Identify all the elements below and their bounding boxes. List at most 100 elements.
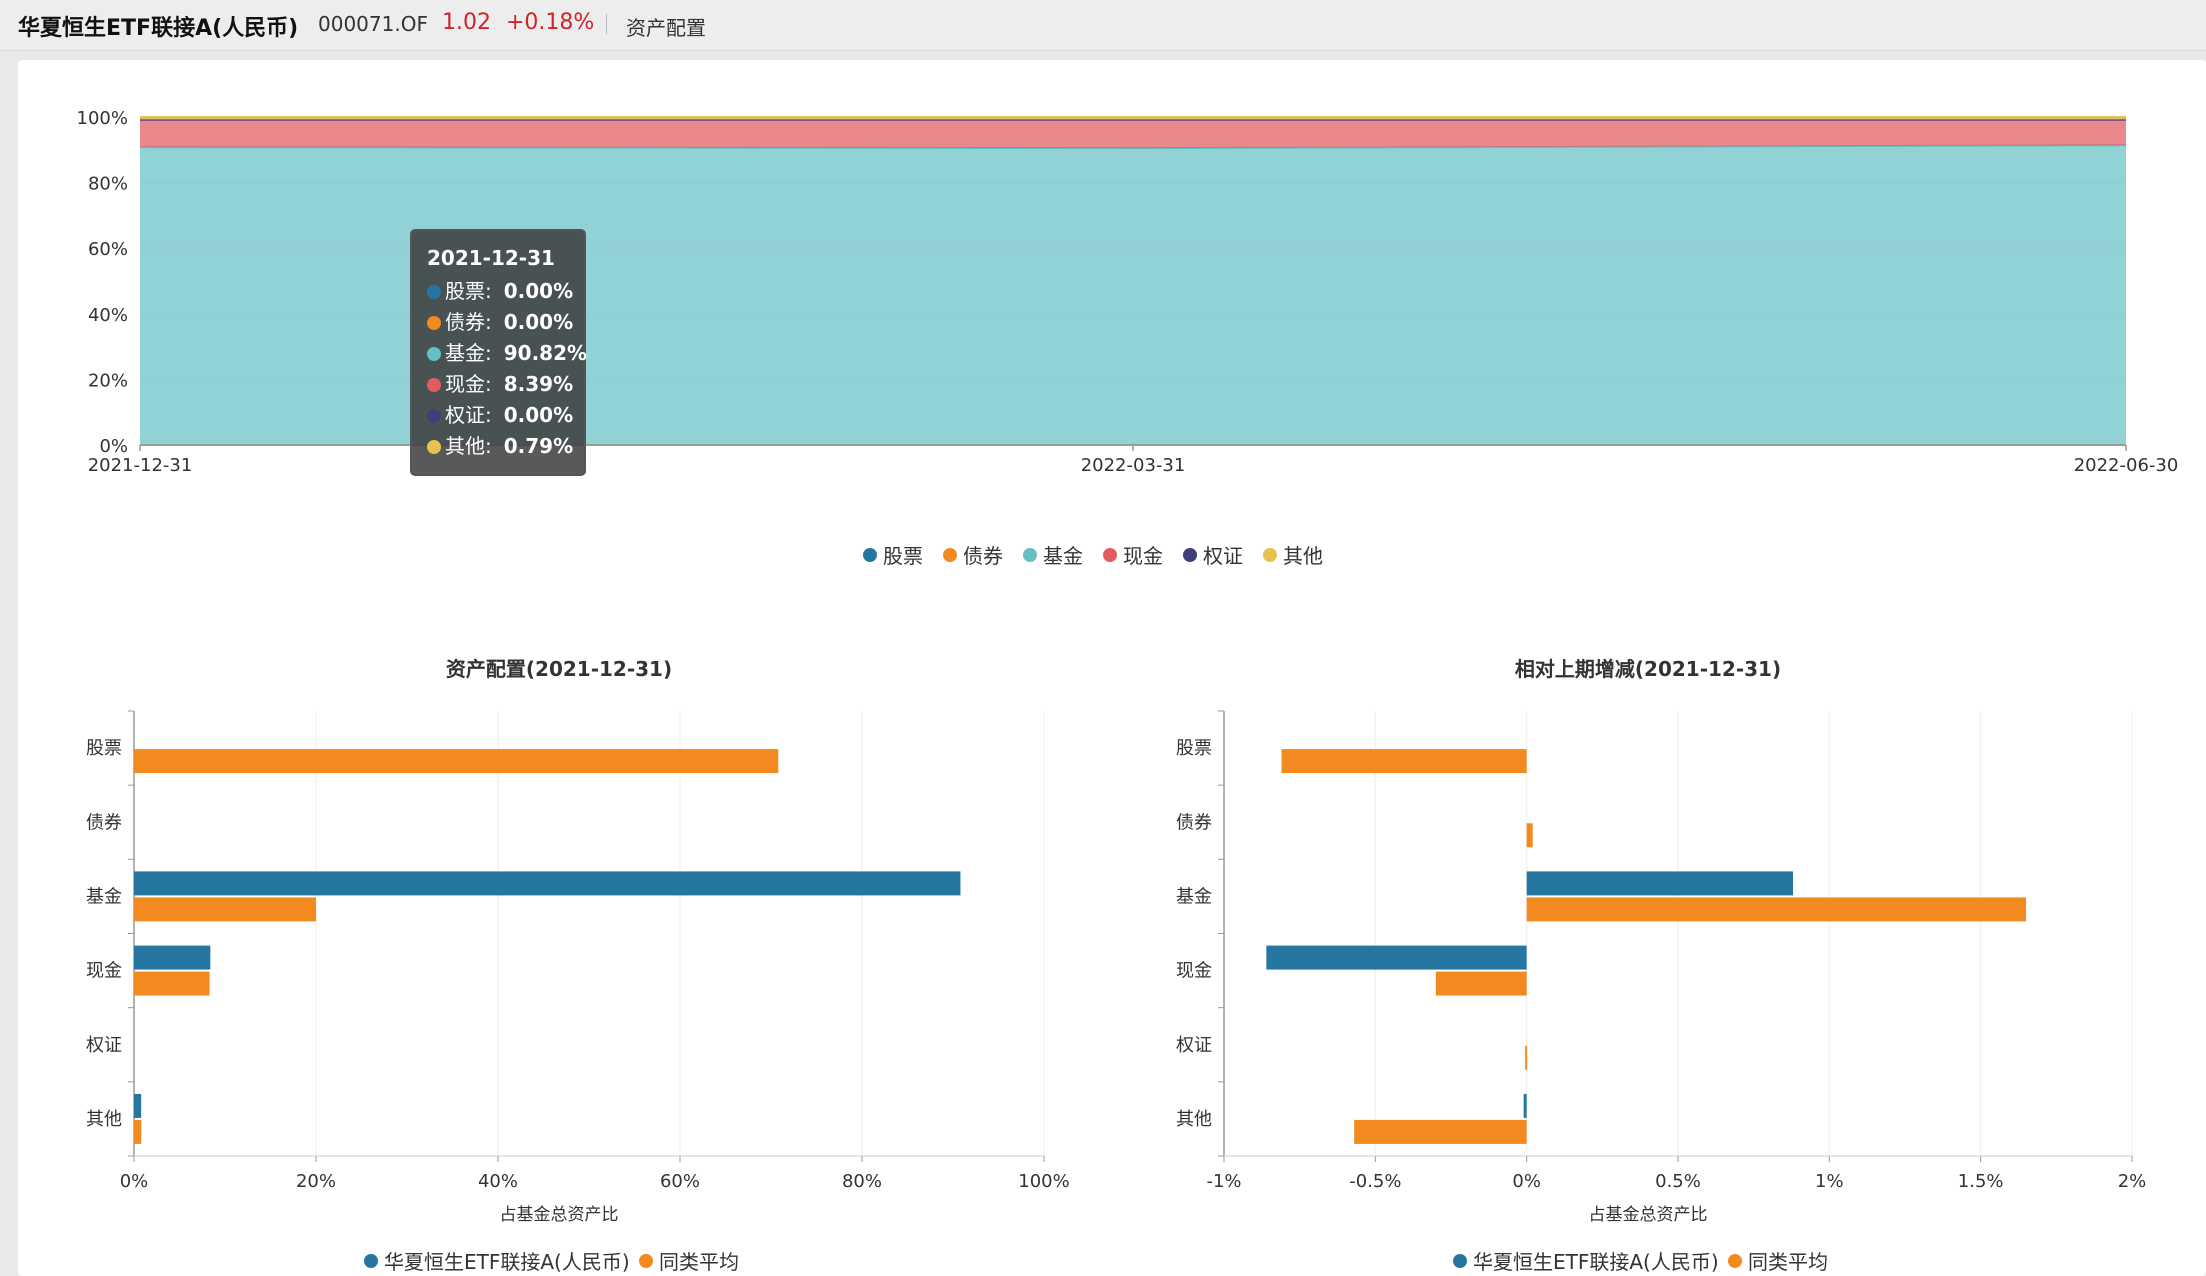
legend-marker xyxy=(943,548,957,562)
legend-item-peer-average[interactable]: 同类平均 xyxy=(1728,1250,1828,1274)
y-tick-label: 60% xyxy=(88,239,128,260)
category-label: 权证 xyxy=(86,1035,122,1056)
tooltip-value: 0.79% xyxy=(503,434,574,458)
area-chart[interactable]: 0% 20% 40% 60% 80% 100% 2021-12-31 2022-03-31 20… xyxy=(0,0,2206,600)
bar-股票-peer-average[interactable] xyxy=(134,749,779,774)
x-tick-label: 2022-03-31 xyxy=(1081,455,1186,476)
x-tick-label: 1% xyxy=(1815,1171,1844,1192)
bar-基金-peer-average[interactable] xyxy=(1526,897,2027,922)
category-label: 股票 xyxy=(1176,738,1212,759)
tooltip-marker xyxy=(427,285,441,299)
legend-marker xyxy=(639,1254,653,1268)
tooltip-date: 2021-12-31 xyxy=(427,246,555,270)
category-label: 债券 xyxy=(1176,812,1212,833)
category-label: 其他 xyxy=(86,1109,122,1130)
tooltip-label: 债券: xyxy=(445,310,492,334)
tooltip-label: 现金: xyxy=(445,372,492,396)
legend-label: 华夏恒生ETF联接A(人民币) xyxy=(384,1250,630,1274)
legend-item-债券[interactable]: 债券 xyxy=(943,544,1003,568)
bar-其他-fund[interactable] xyxy=(1523,1093,1527,1118)
x-tick-label: -1% xyxy=(1206,1171,1241,1192)
legend-marker xyxy=(1103,548,1117,562)
y-tick-label: 100% xyxy=(77,108,128,129)
tooltip-value: 0.00% xyxy=(503,403,574,427)
x-tick-label: 80% xyxy=(842,1171,882,1192)
tooltip-marker xyxy=(427,347,441,361)
bar-股票-peer-average[interactable] xyxy=(1281,749,1527,774)
legend-item-基金[interactable]: 基金 xyxy=(1023,544,1083,568)
legend-marker xyxy=(1023,548,1037,562)
legend-label: 基金 xyxy=(1043,544,1083,568)
bar-其他-fund[interactable] xyxy=(134,1093,142,1118)
bar-基金-fund[interactable] xyxy=(1526,871,1794,896)
tooltip-row: 股票: 0.00% xyxy=(427,276,584,307)
category-label: 权证 xyxy=(1176,1035,1212,1056)
bar-现金-peer-average[interactable] xyxy=(134,971,210,996)
legend-label: 股票 xyxy=(883,544,923,568)
x-tick-label: 40% xyxy=(478,1171,518,1192)
legend-marker xyxy=(863,548,877,562)
x-axis-title: 占基金总资产比 xyxy=(1589,1205,1708,1225)
bar-现金-fund[interactable] xyxy=(1266,945,1527,970)
legend-label: 现金 xyxy=(1123,544,1163,568)
legend-label: 债券 xyxy=(963,544,1003,568)
legend-item-fund[interactable]: 华夏恒生ETF联接A(人民币) xyxy=(1453,1250,1719,1274)
area-series-现金[interactable] xyxy=(140,119,2126,149)
tooltip-label: 股票: xyxy=(445,279,492,303)
legend-marker xyxy=(1453,1254,1467,1268)
x-tick-label: 1.5% xyxy=(1958,1171,2004,1192)
legend-label: 其他 xyxy=(1283,544,1323,568)
tooltip-row: 权证: 0.00% xyxy=(427,400,584,431)
bar-现金-peer-average[interactable] xyxy=(1435,971,1527,996)
x-tick-label: 60% xyxy=(660,1171,700,1192)
bar-基金-fund[interactable] xyxy=(134,871,961,896)
category-label: 债券 xyxy=(86,812,122,833)
tooltip-row: 债券: 0.00% xyxy=(427,307,584,338)
tooltip-row: 现金: 8.39% xyxy=(427,369,584,400)
tooltip-value: 0.00% xyxy=(503,310,574,334)
bar-权证-peer-average[interactable] xyxy=(1525,1045,1528,1070)
category-label: 现金 xyxy=(1176,961,1212,982)
tooltip-marker xyxy=(427,409,441,423)
x-tick-label: 2021-12-31 xyxy=(88,455,193,476)
legend-marker xyxy=(364,1254,378,1268)
bar-现金-fund[interactable] xyxy=(134,945,211,970)
y-tick-label: 80% xyxy=(88,174,128,195)
legend-item-peer-average[interactable]: 同类平均 xyxy=(639,1250,739,1274)
y-tick-label: 40% xyxy=(88,305,128,326)
legend-item-股票[interactable]: 股票 xyxy=(863,544,923,568)
legend-label: 华夏恒生ETF联接A(人民币) xyxy=(1473,1250,1719,1274)
category-label: 现金 xyxy=(86,961,122,982)
bar-其他-peer-average[interactable] xyxy=(1354,1119,1527,1144)
x-axis-title: 占基金总资产比 xyxy=(500,1205,619,1225)
tooltip-marker xyxy=(427,378,441,392)
bar-债券-peer-average[interactable] xyxy=(1526,823,1533,848)
legend-marker xyxy=(1728,1254,1742,1268)
legend-label: 同类平均 xyxy=(1748,1250,1828,1274)
legend-marker xyxy=(1263,548,1277,562)
bar-chart-title: 资产配置(2021-12-31) xyxy=(446,657,672,681)
y-tick-label: 20% xyxy=(88,370,128,391)
tooltip-value: 90.82% xyxy=(503,341,588,365)
tooltip-rows: 股票: 0.00% 债券: 0.00% 基金: 90.82% 现金: 8.39% 权证: 0.00… xyxy=(427,276,588,462)
legend-item-fund[interactable]: 华夏恒生ETF联接A(人民币) xyxy=(364,1250,630,1274)
change-vs-previous-bar-chart[interactable]: 相对上期增减(2021-12-31) -1% -0.5% 0% 0.5% 1% 1.5% 2%… xyxy=(1103,600,2206,1276)
legend-item-其他[interactable]: 其他 xyxy=(1263,544,1323,568)
x-tick-label: -0.5% xyxy=(1349,1171,1401,1192)
category-label: 其他 xyxy=(1176,1109,1212,1130)
bar-基金-peer-average[interactable] xyxy=(134,897,316,922)
tooltip-label: 权证: xyxy=(445,403,492,427)
x-tick-label: 20% xyxy=(296,1171,336,1192)
category-label: 股票 xyxy=(86,738,122,759)
x-tick-label: 2% xyxy=(2118,1171,2147,1192)
tooltip-row: 基金: 90.82% xyxy=(427,338,588,369)
y-tick-label: 0% xyxy=(99,436,128,457)
tooltip-label: 其他: xyxy=(445,434,492,458)
category-label: 基金 xyxy=(1176,886,1212,907)
legend-item-权证[interactable]: 权证 xyxy=(1183,544,1243,568)
tooltip-value: 0.00% xyxy=(503,279,574,303)
x-tick-label: 0.5% xyxy=(1655,1171,1701,1192)
legend-item-现金[interactable]: 现金 xyxy=(1103,544,1163,568)
asset-allocation-bar-chart[interactable]: 资产配置(2021-12-31) 0% 20% 40% 60% 80% 100% 股票债券基金… xyxy=(0,600,1103,1276)
bar-其他-peer-average[interactable] xyxy=(134,1119,142,1144)
